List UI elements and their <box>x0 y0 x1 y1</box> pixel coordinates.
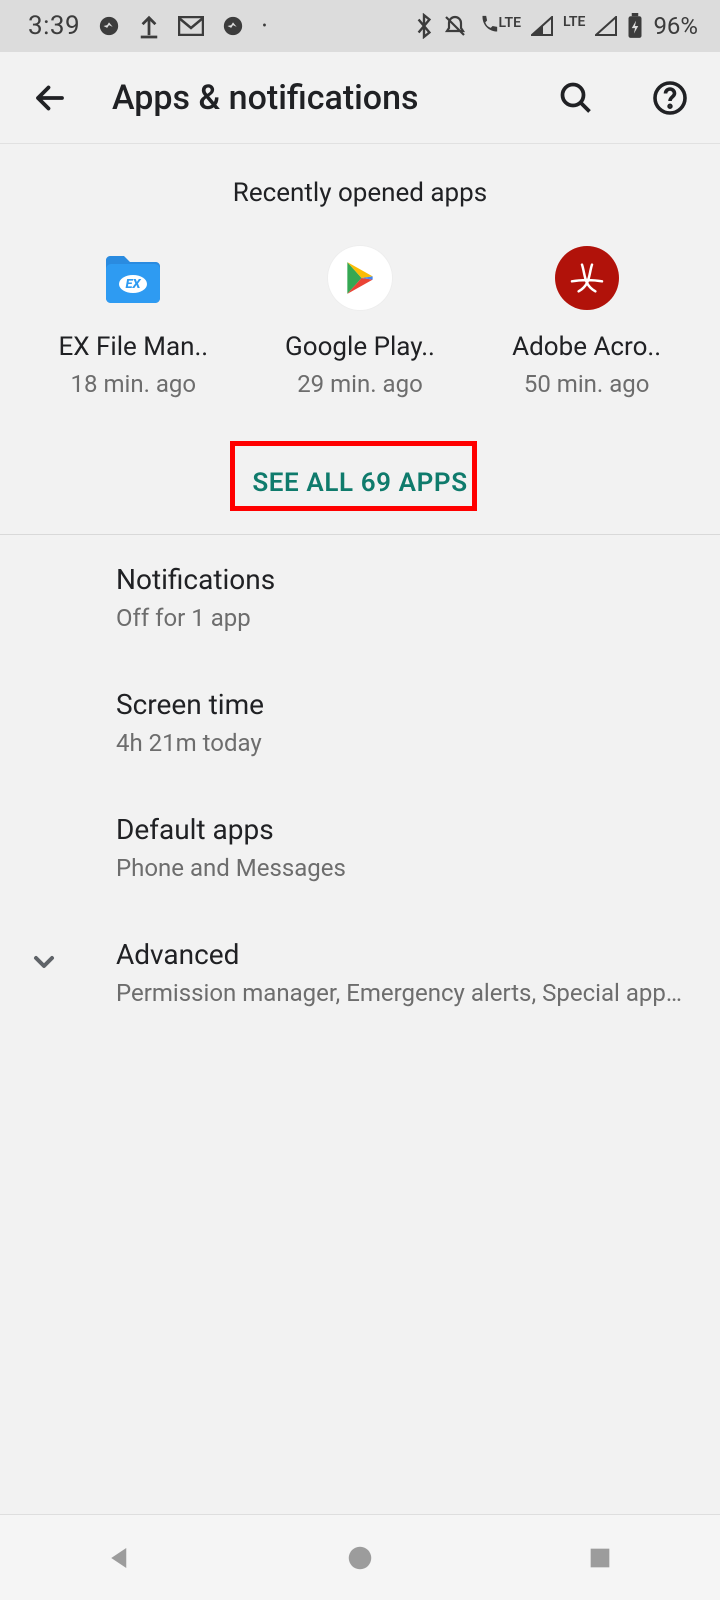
gmail-icon <box>178 16 204 36</box>
settings-item-advanced[interactable]: Advanced Permission manager, Emergency a… <box>0 910 720 1035</box>
app-time-label: 29 min. ago <box>297 370 423 398</box>
settings-title: Default apps <box>116 813 346 846</box>
help-button[interactable] <box>648 76 692 120</box>
system-nav-bar <box>0 1514 720 1600</box>
app-bar: Apps & notifications <box>0 52 720 144</box>
settings-item-screen-time[interactable]: Screen time 4h 21m today <box>0 660 720 785</box>
recent-app-ex-file-manager[interactable]: EX EX File Man.. 18 min. ago <box>23 246 243 398</box>
settings-title: Advanced <box>116 938 686 971</box>
status-time: 3:39 <box>28 11 80 41</box>
dot-icon: • <box>262 18 267 34</box>
battery-icon <box>627 13 643 39</box>
messenger-icon-2 <box>222 15 244 37</box>
lte-label-1: LTE <box>499 15 521 31</box>
battery-percent: 96% <box>653 12 698 40</box>
app-time-label: 50 min. ago <box>524 370 650 398</box>
nav-recents-button[interactable] <box>540 1544 660 1572</box>
settings-list: Notifications Off for 1 app Screen time … <box>0 535 720 1035</box>
see-all-apps-button[interactable]: SEE ALL 69 APPS <box>224 454 495 512</box>
settings-title: Notifications <box>116 563 275 596</box>
settings-subtitle: Off for 1 app <box>116 604 275 632</box>
search-button[interactable] <box>554 76 598 120</box>
messenger-icon <box>98 15 120 37</box>
status-bar: 3:39 • LTE LTE <box>0 0 720 52</box>
app-name-label: Google Play.. <box>285 332 435 362</box>
settings-item-notifications[interactable]: Notifications Off for 1 app <box>0 535 720 660</box>
google-play-icon <box>328 246 392 310</box>
settings-title: Screen time <box>116 688 264 721</box>
nav-back-button[interactable] <box>60 1543 180 1573</box>
recent-apps-row: EX EX File Man.. 18 min. ago Google Play… <box>0 216 720 428</box>
nav-home-button[interactable] <box>300 1543 420 1573</box>
recently-opened-label: Recently opened apps <box>0 144 720 216</box>
adobe-acrobat-icon <box>555 246 619 310</box>
see-all-wrap: SEE ALL 69 APPS <box>0 428 720 535</box>
dnd-icon <box>443 14 467 38</box>
volte-icon: LTE <box>477 15 521 37</box>
app-name-label: EX File Man.. <box>58 332 208 362</box>
svg-text:EX: EX <box>126 277 142 292</box>
settings-subtitle: 4h 21m today <box>116 729 264 757</box>
recent-app-adobe-acrobat[interactable]: Adobe Acro.. 50 min. ago <box>477 246 697 398</box>
ex-file-manager-icon: EX <box>101 246 165 310</box>
app-time-label: 18 min. ago <box>71 370 197 398</box>
recent-app-google-play[interactable]: Google Play.. 29 min. ago <box>250 246 470 398</box>
expand-chevron-icon <box>28 946 60 978</box>
upload-icon <box>138 13 160 39</box>
status-left-cluster: 3:39 • <box>28 11 267 41</box>
settings-subtitle: Permission manager, Emergency alerts, Sp… <box>116 979 686 1007</box>
signal-icon-2 <box>595 16 617 36</box>
settings-subtitle: Phone and Messages <box>116 854 346 882</box>
bluetooth-icon <box>415 13 433 39</box>
back-button[interactable] <box>28 76 72 120</box>
app-name-label: Adobe Acro.. <box>512 332 661 362</box>
lte-label-2: LTE <box>563 14 585 30</box>
signal-icon-1 <box>531 16 553 36</box>
page-title: Apps & notifications <box>112 78 514 118</box>
status-right-cluster: LTE LTE 96% <box>415 12 698 40</box>
settings-item-default-apps[interactable]: Default apps Phone and Messages <box>0 785 720 910</box>
